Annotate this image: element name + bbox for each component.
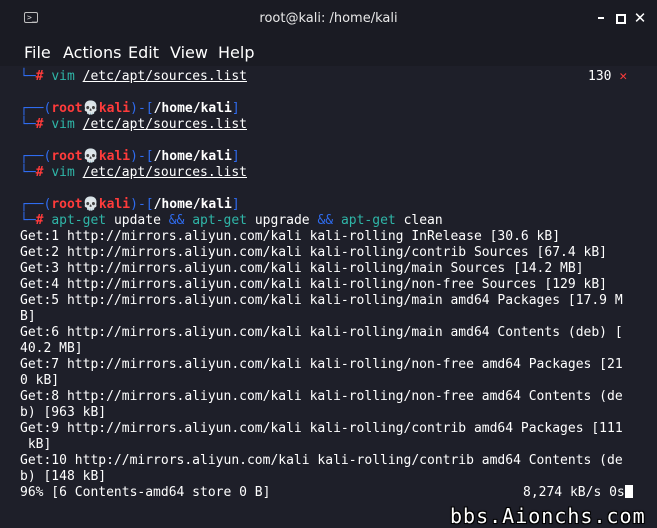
menu-file[interactable]: File — [24, 43, 51, 62]
window-title: root@kali: /home/kali — [259, 11, 398, 26]
close-button[interactable]: ✕ — [632, 10, 648, 26]
menu-help[interactable]: Help — [218, 43, 254, 62]
skull-icon: 💀 — [82, 101, 99, 116]
output-line: Get:7 http://mirrors.aliyun.com/kali kal… — [20, 357, 623, 372]
download-speed: 8,274 kB/s 0s — [523, 485, 633, 501]
menu-view[interactable]: View — [170, 43, 208, 62]
output-line: 40.2 MB] — [20, 341, 83, 356]
maximize-button[interactable] — [612, 10, 628, 26]
menu-actions[interactable]: Actions — [63, 43, 121, 62]
output-line: b) [148 kB] — [20, 469, 107, 484]
command-line: └─# vim /etc/apt/sources.list — [20, 69, 247, 84]
command-line: └─# vim /etc/apt/sources.list — [20, 117, 247, 132]
output-line: Get:3 http://mirrors.aliyun.com/kali kal… — [20, 261, 584, 276]
output-line: Get:4 http://mirrors.aliyun.com/kali kal… — [20, 277, 607, 292]
exit-status: 130 ✕ — [588, 69, 628, 84]
output-line: Get:8 http://mirrors.aliyun.com/kali kal… — [20, 389, 623, 404]
output-line: b) [963 kB] — [20, 405, 107, 420]
output-line: B] — [20, 309, 36, 324]
output-line: Get:1 http://mirrors.aliyun.com/kali kal… — [20, 229, 561, 244]
output-line: 0 kB] — [20, 373, 60, 388]
title-bar[interactable]: >_ root@kali: /home/kali ✕ — [0, 0, 657, 38]
output-line: Get:5 http://mirrors.aliyun.com/kali kal… — [20, 293, 623, 308]
watermark: bbs.Aionchs.com — [450, 504, 646, 528]
minimize-button[interactable] — [593, 10, 609, 26]
error-x-icon: ✕ — [619, 69, 628, 84]
skull-icon: 💀 — [82, 197, 99, 212]
terminal-output[interactable]: └─# vim /etc/apt/sources.list 130 ✕ ┌──(… — [0, 68, 657, 528]
output-line: kB] — [20, 437, 52, 452]
menu-edit[interactable]: Edit — [128, 43, 159, 62]
output-line: Get:9 http://mirrors.aliyun.com/kali kal… — [20, 421, 623, 436]
output-line: Get:6 http://mirrors.aliyun.com/kali kal… — [20, 325, 623, 340]
command-line: └─# apt-get update && apt-get upgrade &&… — [20, 213, 443, 228]
menu-bar: File Actions Edit View Help — [0, 38, 657, 66]
progress-status: 96% [6 Contents-amd64 store 0 B] — [20, 485, 271, 500]
output-line: Get:2 http://mirrors.aliyun.com/kali kal… — [20, 245, 607, 260]
prompt-line: ┌──(root💀kali)-[/home/kali] — [20, 197, 240, 212]
skull-icon: 💀 — [82, 149, 99, 164]
terminal-window: >_ root@kali: /home/kali ✕ File Actions … — [0, 0, 657, 528]
prompt-line: ┌──(root💀kali)-[/home/kali] — [20, 149, 240, 164]
command-line: └─# vim /etc/apt/sources.list — [20, 165, 247, 180]
output-line: Get:10 http://mirrors.aliyun.com/kali ka… — [20, 453, 623, 468]
terminal-cursor — [624, 485, 633, 498]
prompt-line: ┌──(root💀kali)-[/home/kali] — [20, 101, 240, 116]
